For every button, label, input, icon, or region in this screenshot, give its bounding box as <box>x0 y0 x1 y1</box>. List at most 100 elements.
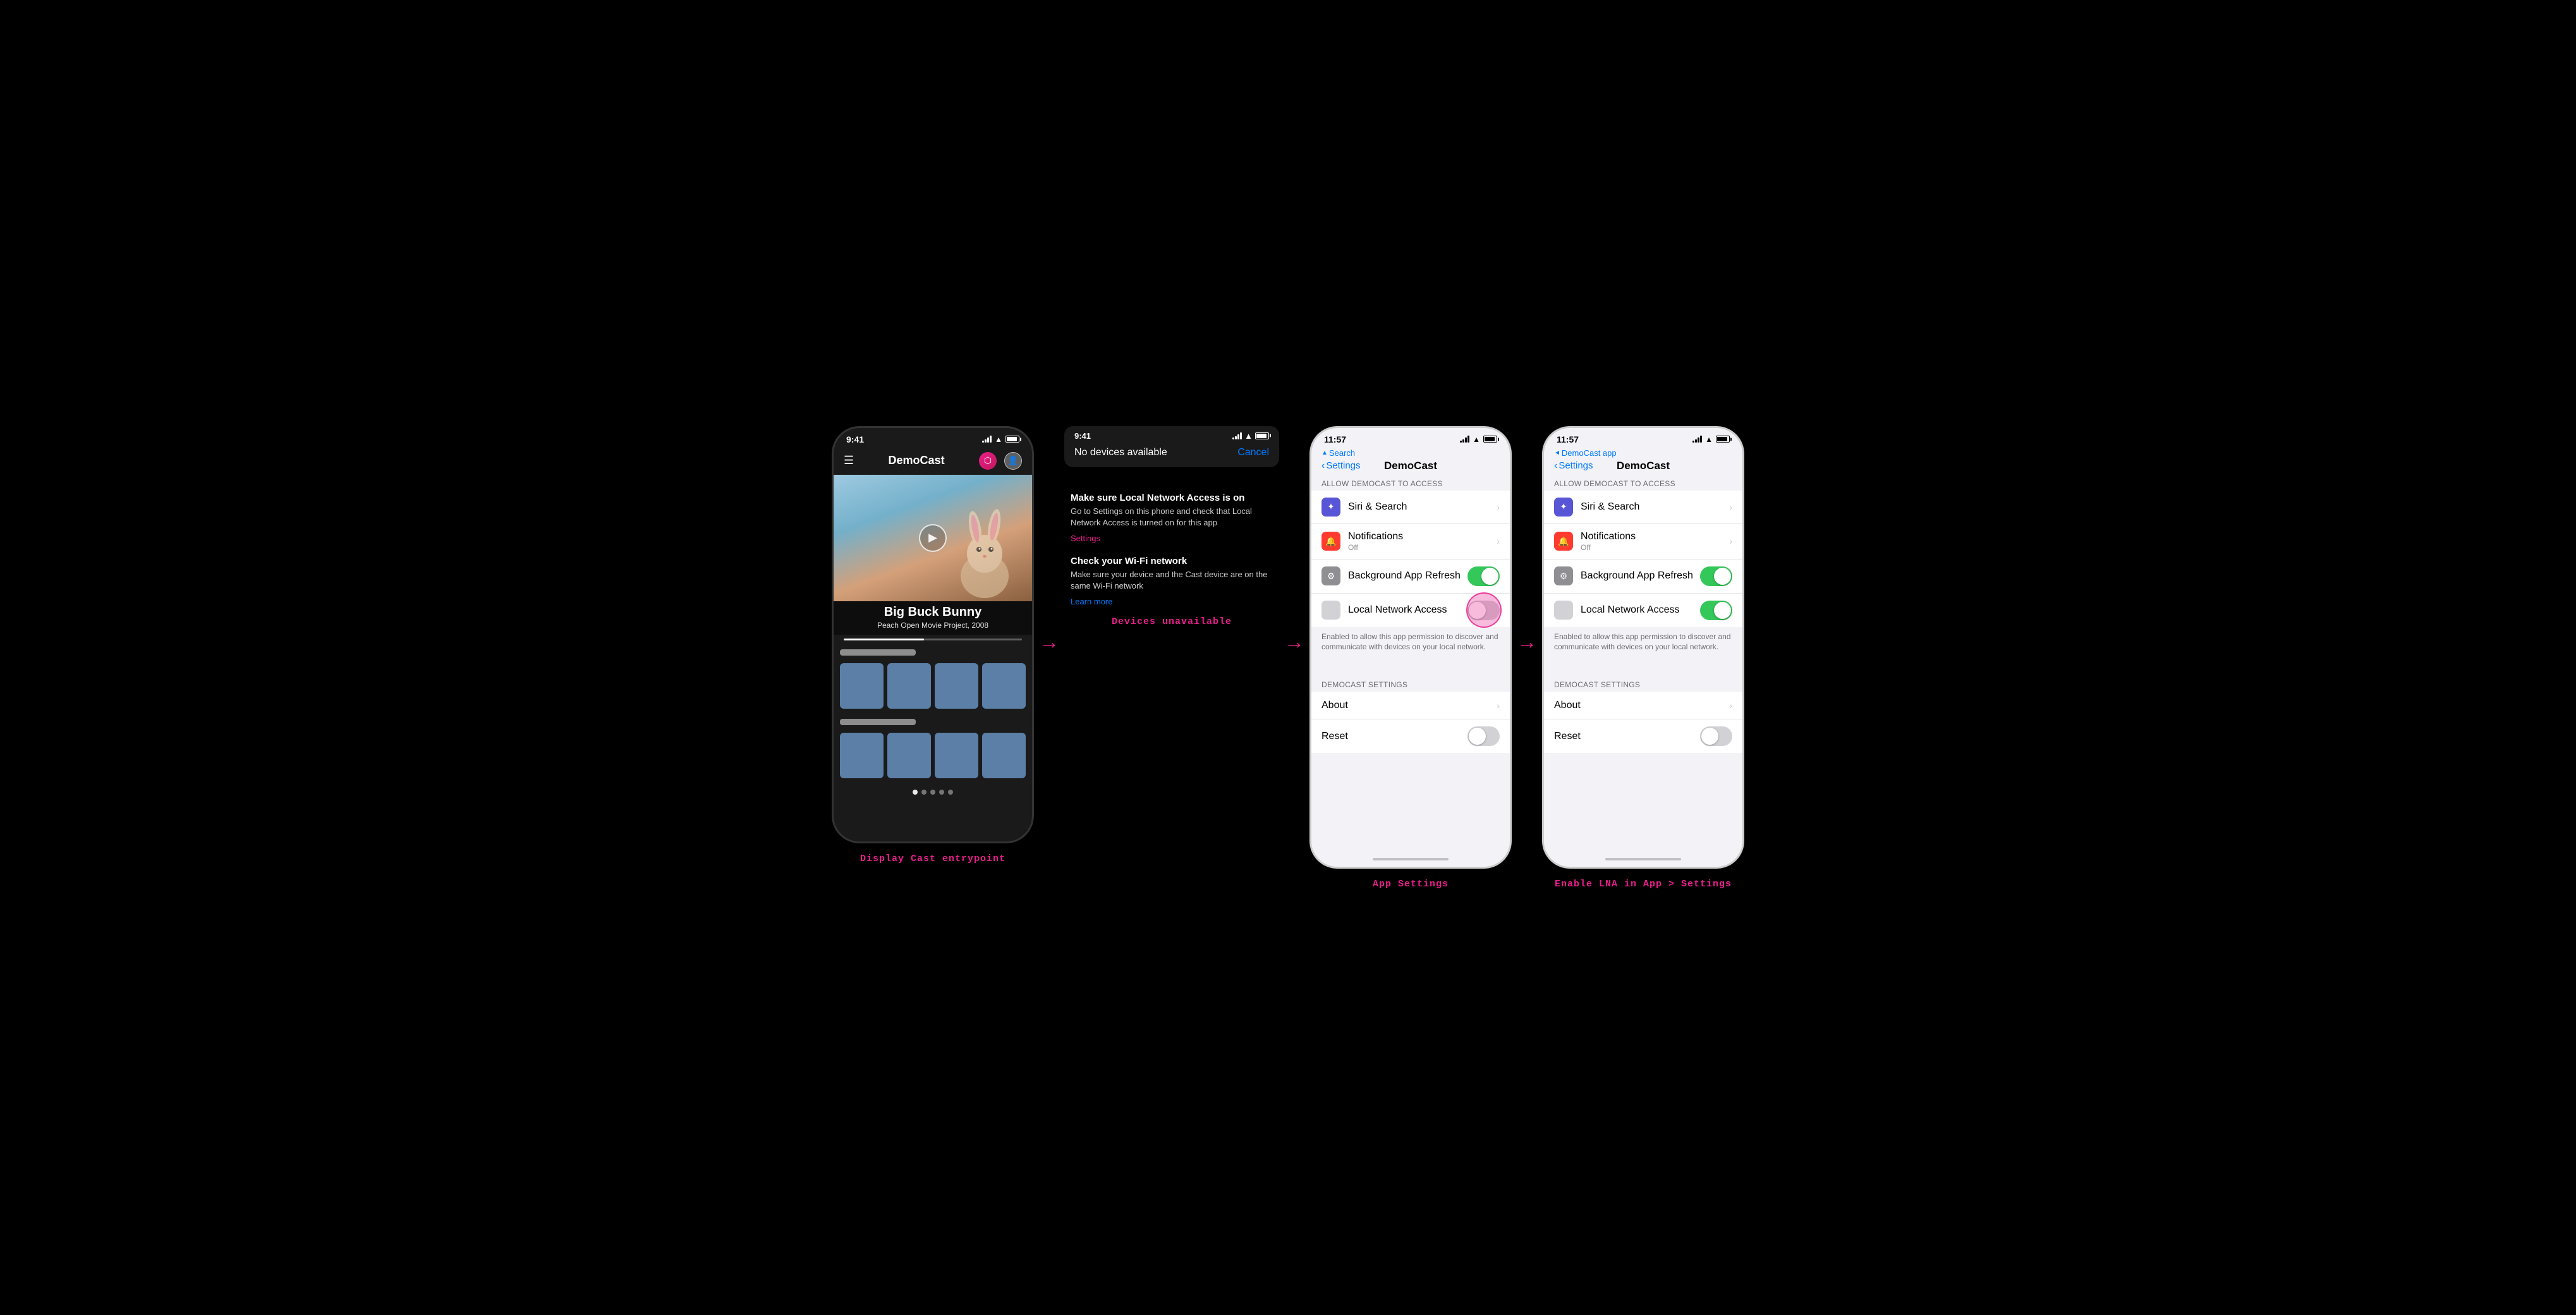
play-button[interactable]: ▶ <box>919 524 947 552</box>
notif-icon-4: 🔔 <box>1554 532 1573 551</box>
popup-status-icons: ▲ <box>1232 431 1269 441</box>
siri-search-row-3[interactable]: ✦ Siri & Search › <box>1311 491 1510 524</box>
phone3-back-label[interactable]: Search <box>1329 448 1355 458</box>
lna-label-3: Local Network Access <box>1348 604 1467 616</box>
notifications-row-4[interactable]: 🔔 Notifications Off › <box>1544 524 1742 560</box>
reset-label-4: Reset <box>1554 731 1700 742</box>
dot-4 <box>939 790 944 795</box>
dot-1 <box>913 790 918 795</box>
phone4-title: DemoCast <box>1617 460 1670 472</box>
bunny-artwork <box>944 494 1026 601</box>
reset-row-3[interactable]: Reset <box>1311 719 1510 753</box>
movie-title: Big Buck Bunny <box>844 605 1022 620</box>
phone3-nav: ‹ Settings DemoCast <box>1311 458 1510 475</box>
cast-icon[interactable]: ⬡ <box>979 452 997 470</box>
bg-toggle-4[interactable] <box>1700 566 1732 586</box>
phone4-list2: About › Reset <box>1544 692 1742 753</box>
phone1-status-icons: ▲ <box>982 435 1019 444</box>
s4-battery <box>1716 436 1730 443</box>
phone4-list1: ✦ Siri & Search › 🔔 Notifications Off › <box>1544 491 1742 627</box>
about-label-3: About <box>1321 700 1497 711</box>
phone1-frame: 9:41 ▲ ☰ DemoCast ⬡ 👤 <box>832 426 1034 843</box>
s3-wifi: ▲ <box>1473 435 1480 444</box>
popup-box: 9:41 ▲ No devices available Cancel <box>1064 426 1279 467</box>
thumb-3[interactable] <box>935 663 978 709</box>
bg-label-4: Background App Refresh <box>1581 570 1700 582</box>
settings-link[interactable]: Settings <box>1071 534 1273 543</box>
phone4-home-indicator <box>1605 858 1681 860</box>
app-header: ☰ DemoCast ⬡ 👤 <box>834 447 1032 475</box>
s3-battery <box>1483 436 1497 443</box>
inst-body-2: Make sure your device and the Cast devic… <box>1071 569 1273 592</box>
siri-icon-3: ✦ <box>1321 498 1340 517</box>
thumb-4[interactable] <box>982 663 1026 709</box>
phone4-frame: 11:57 ▲ ◄ DemoCast app ‹ Settings <box>1542 426 1744 869</box>
app-title: DemoCast <box>889 454 945 467</box>
phone4-top-back: ◄ DemoCast app <box>1544 447 1742 458</box>
hamburger-icon[interactable]: ☰ <box>844 454 854 467</box>
phone4-status-icons: ▲ <box>1692 435 1730 444</box>
phone3-time: 11:57 <box>1324 434 1346 444</box>
learn-more-link[interactable]: Learn more <box>1071 597 1273 606</box>
lna-toggle-wrap-3 <box>1467 601 1500 620</box>
about-row-4[interactable]: About › <box>1544 692 1742 719</box>
bg-label-3: Background App Refresh <box>1348 570 1467 582</box>
popup-cancel-btn[interactable]: Cancel <box>1237 447 1269 458</box>
lna-icon-4 <box>1554 601 1573 620</box>
phone1-status-bar: 9:41 ▲ <box>834 428 1032 447</box>
section-label-1 <box>840 649 916 656</box>
bg-icon-4: ⚙ <box>1554 566 1573 585</box>
reset-row-4[interactable]: Reset <box>1544 719 1742 753</box>
phone4-back-label[interactable]: DemoCast app <box>1562 448 1617 458</box>
inst-heading-1: Make sure Local Network Access is on <box>1071 492 1273 503</box>
phone3-section-gap <box>1311 659 1510 676</box>
phone3-filler <box>1311 754 1510 851</box>
dot-5 <box>948 790 953 795</box>
thumb-5[interactable] <box>840 733 884 778</box>
thumb-7[interactable] <box>935 733 978 778</box>
lna-toggle-3[interactable] <box>1467 601 1500 620</box>
siri-chevron-3: › <box>1497 502 1500 512</box>
about-row-3[interactable]: About › <box>1311 692 1510 719</box>
thumb-6[interactable] <box>887 733 931 778</box>
s4-wifi: ▲ <box>1705 435 1713 444</box>
thumb-8[interactable] <box>982 733 1026 778</box>
phone3-settings-back-label: Settings <box>1326 460 1360 471</box>
col4-item: 11:57 ▲ ◄ DemoCast app ‹ Settings <box>1542 426 1744 890</box>
about-label-4: About <box>1554 700 1729 711</box>
phone3-home-indicator <box>1373 858 1449 860</box>
phone3-frame: 11:57 ▲ ▲ Search ‹ Settings <box>1309 426 1512 869</box>
phone3-network-note: Enabled to allow this app permission to … <box>1311 628 1510 659</box>
bg-toggle-3[interactable] <box>1467 566 1500 586</box>
reset-toggle-3[interactable] <box>1467 726 1500 746</box>
reset-toggle-4[interactable] <box>1700 726 1732 746</box>
bg-icon-3: ⚙ <box>1321 566 1340 585</box>
phone4-back-btn[interactable]: ‹ Settings <box>1554 460 1593 472</box>
thumb-1[interactable] <box>840 663 884 709</box>
popup-wifi: ▲ <box>1244 431 1253 441</box>
phone4-status-bar: 11:57 ▲ <box>1544 428 1742 447</box>
col4-label: Enable LNA in App > Settings <box>1555 879 1732 890</box>
notif-icon-3: 🔔 <box>1321 532 1340 551</box>
siri-search-row-4[interactable]: ✦ Siri & Search › <box>1544 491 1742 524</box>
phone3-list2: About › Reset <box>1311 692 1510 753</box>
notif-label-3: Notifications Off <box>1348 531 1497 552</box>
popup-time: 9:41 <box>1074 431 1091 441</box>
dot-3 <box>930 790 935 795</box>
bg-refresh-row-4[interactable]: ⚙ Background App Refresh <box>1544 560 1742 594</box>
thumb-2[interactable] <box>887 663 931 709</box>
phone3-status-icons: ▲ <box>1460 435 1497 444</box>
lna-row-3[interactable]: Local Network Access <box>1311 594 1510 627</box>
thumb-grid-2 <box>834 728 1032 783</box>
progress-bar[interactable] <box>844 639 1022 640</box>
bg-refresh-row-3[interactable]: ⚙ Background App Refresh <box>1311 560 1510 594</box>
notifications-row-3[interactable]: 🔔 Notifications Off › <box>1311 524 1510 560</box>
about-chevron-3: › <box>1497 700 1500 711</box>
siri-chevron-4: › <box>1729 502 1732 512</box>
notif-chevron-4: › <box>1729 536 1732 546</box>
profile-icon[interactable]: 👤 <box>1004 452 1022 470</box>
lna-row-4[interactable]: Local Network Access <box>1544 594 1742 627</box>
lna-toggle-4[interactable] <box>1700 601 1732 620</box>
col1-item: 9:41 ▲ ☰ DemoCast ⬡ 👤 <box>832 426 1034 864</box>
phone3-back-btn[interactable]: ‹ Settings <box>1321 460 1361 472</box>
